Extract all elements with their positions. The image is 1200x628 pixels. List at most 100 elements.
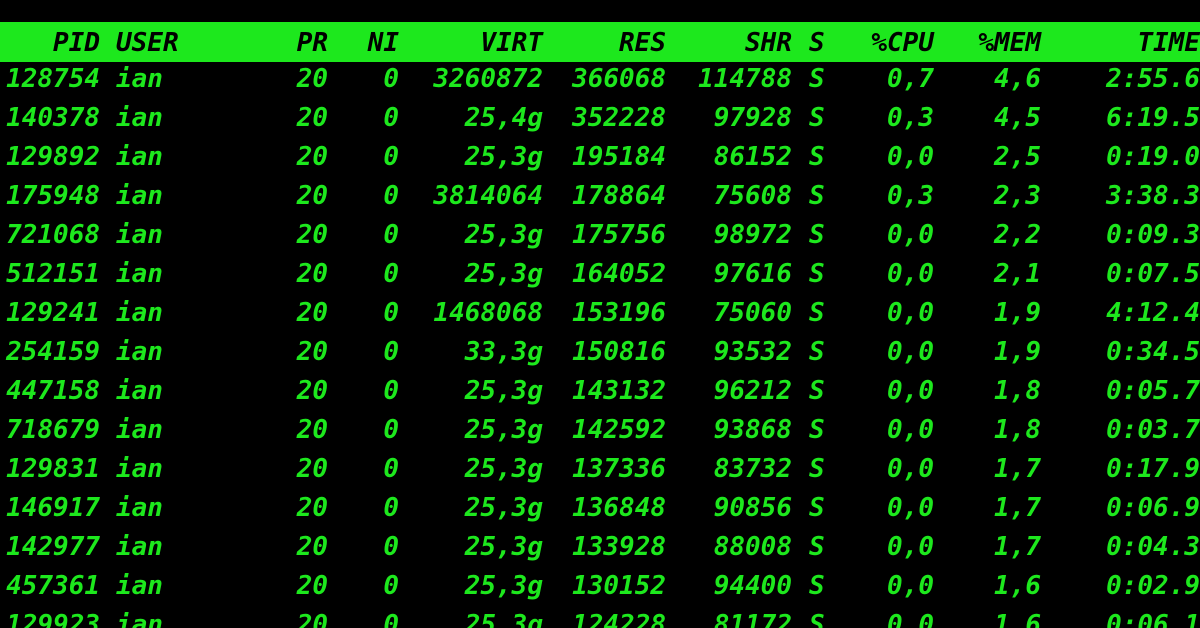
priority-cell: 20 xyxy=(296,220,328,250)
mem-cell: 1,7 xyxy=(994,493,1041,523)
time-cell: 3:38.3 xyxy=(1106,181,1200,211)
pid-cell: 128754 xyxy=(6,64,100,94)
process-row[interactable]: 721068 ian 20 0 25,3g 175756 98972 S 0,0 2,2 0:09.… xyxy=(0,222,1200,261)
column-header-shr[interactable]: SHR xyxy=(745,30,792,56)
nice-cell: 0 xyxy=(383,415,399,445)
cpu-cell: 0,0 xyxy=(887,571,934,601)
process-row[interactable]: 175948 ian 20 0 3814064 178864 75608 S 0,3 2,3 3:3… xyxy=(0,183,1200,222)
pid-cell: 718679 xyxy=(6,415,100,445)
pid-cell: 175948 xyxy=(6,181,100,211)
shr-cell: 94400 xyxy=(713,571,792,601)
time-cell: 0:06.1 xyxy=(1106,610,1200,628)
mem-cell: 1,8 xyxy=(994,376,1041,406)
process-row[interactable]: 146917 ian 20 0 25,3g 136848 90856 S 0,0 1,7 0:06.… xyxy=(0,495,1200,534)
process-row[interactable]: 447158 ian 20 0 25,3g 143132 96212 S 0,0 1,8 0:05.… xyxy=(0,378,1200,417)
cpu-cell: 0,3 xyxy=(887,181,934,211)
virt-cell: 25,3g xyxy=(464,259,543,289)
mem-cell: 1,9 xyxy=(994,298,1041,328)
user-cell: ian xyxy=(116,337,163,367)
mem-cell: 1,8 xyxy=(994,415,1041,445)
virt-cell: 25,3g xyxy=(464,220,543,250)
state-cell: S xyxy=(809,64,825,94)
process-row[interactable]: 142977 ian 20 0 25,3g 133928 88008 S 0,0 1,7 0:04.… xyxy=(0,534,1200,573)
process-row[interactable]: 718679 ian 20 0 25,3g 142592 93868 S 0,0 1,8 0:03.… xyxy=(0,417,1200,456)
process-row[interactable]: 512151 ian 20 0 25,3g 164052 97616 S 0,0 2,1 0:07.… xyxy=(0,261,1200,300)
shr-cell: 88008 xyxy=(713,532,792,562)
user-cell: ian xyxy=(116,181,163,211)
cpu-cell: 0,0 xyxy=(887,337,934,367)
res-cell: 195184 xyxy=(572,142,666,172)
cpu-cell: 0,0 xyxy=(887,415,934,445)
user-cell: ian xyxy=(116,103,163,133)
process-row[interactable]: 129831 ian 20 0 25,3g 137336 83732 S 0,0 1,7 0:17.… xyxy=(0,456,1200,495)
res-cell: 130152 xyxy=(572,571,666,601)
mem-cell: 1,6 xyxy=(994,571,1041,601)
column-header-mem[interactable]: %MEM xyxy=(978,30,1041,56)
state-cell: S xyxy=(809,376,825,406)
nice-cell: 0 xyxy=(383,571,399,601)
mem-cell: 2,5 xyxy=(994,142,1041,172)
mem-cell: 2,2 xyxy=(994,220,1041,250)
process-row[interactable]: 129241 ian 20 0 1468068 153196 75060 S 0,0 1,9 4:1… xyxy=(0,300,1200,339)
column-header-pid[interactable]: PID xyxy=(53,30,100,56)
res-cell: 142592 xyxy=(572,415,666,445)
time-cell: 0:06.9 xyxy=(1106,493,1200,523)
column-header-state[interactable]: S xyxy=(809,30,825,56)
res-cell: 133928 xyxy=(572,532,666,562)
nice-cell: 0 xyxy=(383,181,399,211)
column-header-res[interactable]: RES xyxy=(619,30,666,56)
virt-cell: 33,3g xyxy=(464,337,543,367)
shr-cell: 75608 xyxy=(713,181,792,211)
priority-cell: 20 xyxy=(296,493,328,523)
state-cell: S xyxy=(809,610,825,628)
shr-cell: 75060 xyxy=(713,298,792,328)
cpu-cell: 0,0 xyxy=(887,259,934,289)
nice-cell: 0 xyxy=(383,610,399,628)
column-header-cpu[interactable]: %CPU xyxy=(871,30,934,56)
column-header-pr[interactable]: PR xyxy=(297,30,328,56)
column-header-virt[interactable]: VIRT xyxy=(480,30,543,56)
pid-cell: 457361 xyxy=(6,571,100,601)
process-row[interactable]: 129892 ian 20 0 25,3g 195184 86152 S 0,0 2,5 0:19.… xyxy=(0,144,1200,183)
user-cell: ian xyxy=(116,142,163,172)
res-cell: 178864 xyxy=(572,181,666,211)
res-cell: 136848 xyxy=(572,493,666,523)
mem-cell: 1,9 xyxy=(994,337,1041,367)
state-cell: S xyxy=(809,181,825,211)
process-row[interactable]: 128754 ian 20 0 3260872 366068 114788 S 0,7 4,6 2:… xyxy=(0,66,1200,105)
virt-cell: 25,3g xyxy=(464,415,543,445)
pid-cell: 447158 xyxy=(6,376,100,406)
user-cell: ian xyxy=(116,454,163,484)
shr-cell: 97616 xyxy=(713,259,792,289)
mem-cell: 4,6 xyxy=(994,64,1041,94)
pid-cell: 129241 xyxy=(6,298,100,328)
shr-cell: 98972 xyxy=(713,220,792,250)
state-cell: S xyxy=(809,259,825,289)
nice-cell: 0 xyxy=(383,454,399,484)
nice-cell: 0 xyxy=(383,493,399,523)
process-row[interactable]: 129923 ian 20 0 25,3g 124228 81172 S 0,0 1,6 0:06.… xyxy=(0,612,1200,628)
nice-cell: 0 xyxy=(383,103,399,133)
mem-cell: 1,6 xyxy=(994,610,1041,628)
column-header-user[interactable]: USER xyxy=(116,30,179,56)
column-header-time[interactable]: TIME xyxy=(1137,30,1200,56)
column-header-ni[interactable]: NI xyxy=(368,30,399,56)
state-cell: S xyxy=(809,298,825,328)
virt-cell: 25,3g xyxy=(464,571,543,601)
user-cell: ian xyxy=(116,571,163,601)
priority-cell: 20 xyxy=(296,415,328,445)
time-cell: 0:05.7 xyxy=(1106,376,1200,406)
user-cell: ian xyxy=(116,64,163,94)
res-cell: 150816 xyxy=(572,337,666,367)
process-row[interactable]: 457361 ian 20 0 25,3g 130152 94400 S 0,0 1,6 0:02.… xyxy=(0,573,1200,612)
process-row[interactable]: 254159 ian 20 0 33,3g 150816 93532 S 0,0 1,9 0:34.… xyxy=(0,339,1200,378)
user-cell: ian xyxy=(116,532,163,562)
time-cell: 0:09.3 xyxy=(1106,220,1200,250)
nice-cell: 0 xyxy=(383,64,399,94)
process-row[interactable]: 140378 ian 20 0 25,4g 352228 97928 S 0,3 4,5 6:19.… xyxy=(0,105,1200,144)
user-cell: ian xyxy=(116,298,163,328)
shr-cell: 90856 xyxy=(713,493,792,523)
mem-cell: 2,3 xyxy=(994,181,1041,211)
state-cell: S xyxy=(809,103,825,133)
nice-cell: 0 xyxy=(383,142,399,172)
